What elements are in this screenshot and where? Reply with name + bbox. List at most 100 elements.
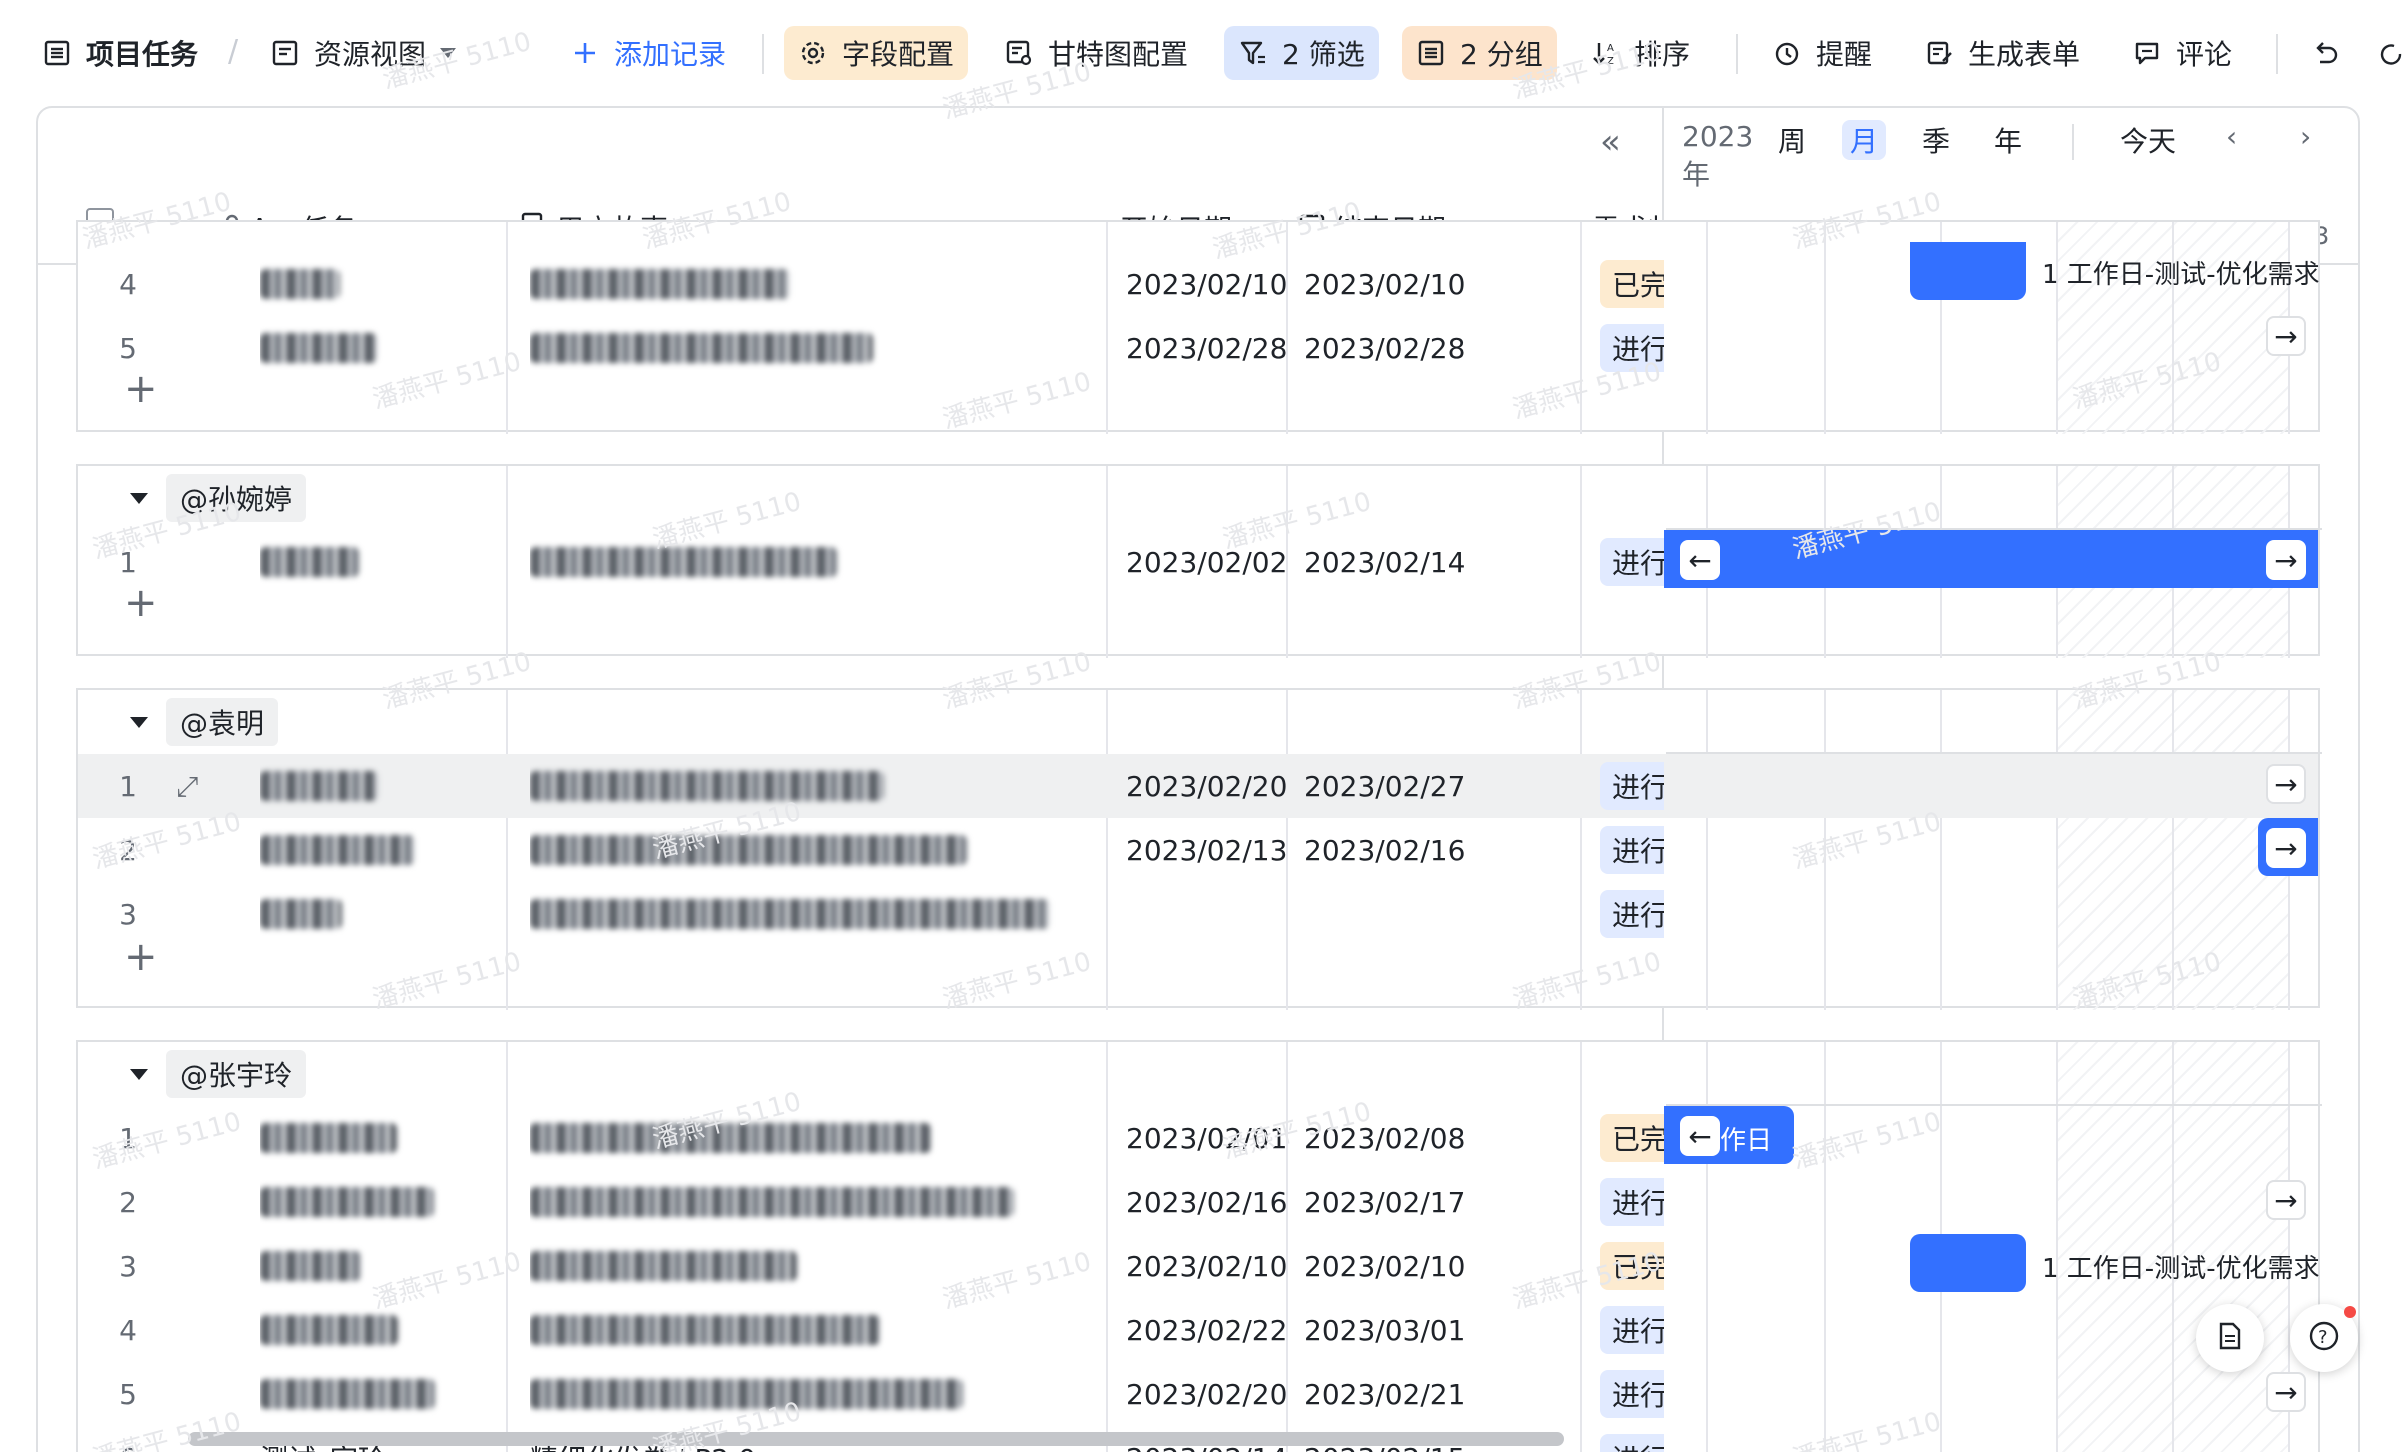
add-row-plus-icon[interactable]: + bbox=[124, 580, 158, 626]
gantt-bar-label-short: 作日 bbox=[1720, 1126, 1773, 1156]
redacted-text bbox=[530, 771, 884, 801]
start-date: 2023/02/16 bbox=[1126, 1185, 1286, 1219]
end-date: 2023/03/01 bbox=[1304, 1313, 1464, 1347]
start-date: 2023/02/02 bbox=[1126, 545, 1286, 579]
svg-text:?: ? bbox=[2318, 1327, 2328, 1348]
task-name-redacted bbox=[260, 1106, 460, 1170]
gantt-config-button[interactable]: 甘特图配置 bbox=[990, 26, 1202, 80]
arrow-right-icon[interactable]: → bbox=[2266, 1372, 2306, 1412]
table-row[interactable]: 5 2023/02/28 2023/02/28 进行 bbox=[78, 316, 2318, 380]
project-tasks-tab[interactable]: 项目任务 bbox=[28, 26, 212, 80]
redacted-text bbox=[260, 1123, 397, 1153]
clock-icon bbox=[1772, 38, 1802, 68]
reminder-label: 提醒 bbox=[1816, 38, 1873, 71]
gantt-bar[interactable] bbox=[1664, 530, 2318, 588]
gantt-year-button[interactable]: 年 bbox=[1994, 120, 2022, 160]
reminder-button[interactable]: 提醒 bbox=[1758, 26, 1886, 80]
status-tag: 进行 bbox=[1600, 538, 1664, 586]
redo-button[interactable] bbox=[2374, 26, 2404, 80]
gantt-today-button[interactable]: 今天 bbox=[2120, 120, 2176, 160]
group-header[interactable]: @孙婉婷 bbox=[130, 474, 307, 522]
arrow-right-icon[interactable]: → bbox=[2266, 540, 2306, 580]
end-date: 2023/02/21 bbox=[1304, 1377, 1464, 1411]
expand-record-icon[interactable]: ⤢ bbox=[176, 770, 198, 804]
add-record-button[interactable]: 添加记录 bbox=[556, 26, 740, 80]
group-button[interactable]: 2 分组 bbox=[1402, 26, 1557, 80]
arrow-right-icon[interactable]: → bbox=[2266, 828, 2306, 868]
redacted-text bbox=[530, 835, 967, 865]
redacted-text bbox=[530, 269, 790, 299]
arrow-right-icon[interactable]: → bbox=[2266, 316, 2306, 356]
help-float-button[interactable]: ? bbox=[2290, 1304, 2358, 1372]
status-cell: 进行 bbox=[1600, 316, 1664, 380]
comment-icon bbox=[2132, 38, 2162, 68]
toolbar-divider bbox=[762, 34, 764, 74]
arrow-right-icon[interactable]: → bbox=[2266, 1180, 2306, 1220]
undo-icon bbox=[2310, 38, 2340, 68]
arrow-left-icon[interactable]: ← bbox=[1680, 540, 1720, 580]
arrow-right-icon[interactable]: → bbox=[2266, 764, 2306, 804]
end-date: 2023/02/16 bbox=[1304, 833, 1464, 867]
undo-button[interactable] bbox=[2296, 26, 2354, 80]
redacted-text bbox=[530, 899, 1050, 929]
redacted-text bbox=[260, 1187, 434, 1217]
table-row[interactable]: 1 2023/02/01 2023/02/08 已完 bbox=[78, 1106, 2318, 1170]
gantt-bar[interactable] bbox=[1910, 1234, 2026, 1292]
field-config-button[interactable]: 字段配置 bbox=[784, 26, 969, 80]
collapse-triangle-icon[interactable] bbox=[130, 716, 148, 728]
end-date: 2023/02/08 bbox=[1304, 1121, 1464, 1155]
table-row[interactable]: 2 2023/02/16 2023/02/17 进行 bbox=[78, 1170, 2318, 1234]
redacted-text bbox=[260, 333, 377, 363]
collapse-triangle-icon[interactable] bbox=[130, 492, 148, 504]
prev-icon[interactable]: ‹ bbox=[2226, 120, 2237, 153]
redacted-text bbox=[530, 333, 873, 363]
doc-float-button[interactable] bbox=[2196, 1304, 2264, 1372]
story-text-redacted bbox=[530, 882, 1090, 946]
resource-view-tab[interactable]: 资源视图 bbox=[256, 26, 470, 80]
horizontal-scrollbar[interactable] bbox=[188, 1432, 1564, 1446]
add-row-plus-icon[interactable]: + bbox=[124, 366, 158, 412]
start-date: 2023/02/20 bbox=[1126, 769, 1286, 803]
collapse-panel-icon[interactable]: « bbox=[1600, 122, 1621, 162]
filter-button[interactable]: 2 筛选 bbox=[1224, 26, 1379, 80]
generate-form-button[interactable]: 生成表单 bbox=[1910, 26, 2094, 80]
gantt-quarter-button[interactable]: 季 bbox=[1922, 120, 1950, 160]
status-tag: 进行 bbox=[1600, 1178, 1664, 1226]
task-name-redacted bbox=[260, 530, 460, 594]
sort-label: 排序 bbox=[1634, 38, 1691, 71]
status-cell: 进行 bbox=[1600, 818, 1664, 882]
sort-button[interactable]: AZ 排序 bbox=[1576, 26, 1704, 80]
gantt-month-button[interactable]: 月 bbox=[1842, 120, 1887, 160]
group-header[interactable]: @袁明 bbox=[130, 698, 279, 746]
arrow-left-icon[interactable]: ← bbox=[1680, 1116, 1720, 1156]
collapse-triangle-icon[interactable] bbox=[130, 1068, 148, 1080]
task-name-redacted bbox=[260, 882, 460, 946]
next-icon[interactable]: › bbox=[2300, 120, 2311, 153]
story-text-redacted bbox=[530, 754, 1090, 818]
table-row[interactable]: 1 ⤢ 2023/02/20 2023/02/27 进行 bbox=[78, 754, 2318, 818]
status-tag: 已完 bbox=[1600, 1242, 1664, 1290]
breadcrumb-slash: / bbox=[228, 34, 239, 69]
table-row[interactable]: 2 2023/02/13 2023/02/16 进行 bbox=[78, 818, 2318, 882]
redacted-text bbox=[530, 1123, 931, 1153]
group-label: 2 分组 bbox=[1460, 38, 1543, 71]
add-row-plus-icon[interactable]: + bbox=[124, 934, 158, 980]
status-tag: 进行 bbox=[1600, 890, 1664, 938]
sort-icon: AZ bbox=[1590, 38, 1620, 68]
group-header[interactable]: @张宇玲 bbox=[130, 1050, 307, 1098]
start-date: 2023/02/20 bbox=[1126, 1377, 1286, 1411]
comment-button[interactable]: 评论 bbox=[2118, 26, 2246, 80]
status-cell: 进行 bbox=[1600, 1362, 1664, 1426]
table-row[interactable]: 5 2023/02/20 2023/02/21 进行 bbox=[78, 1362, 2318, 1426]
table-row[interactable]: 4 2023/02/22 2023/03/01 进行 bbox=[78, 1298, 2318, 1362]
task-name-redacted bbox=[260, 1170, 460, 1234]
table-icon bbox=[42, 38, 72, 68]
row-index: 4 bbox=[119, 1313, 137, 1347]
row-index: 1 bbox=[119, 769, 137, 803]
end-date: 2023/02/10 bbox=[1304, 267, 1464, 301]
table-row[interactable]: 3 进行 bbox=[78, 882, 2318, 946]
gantt-week-button[interactable]: 周 bbox=[1778, 120, 1806, 160]
gantt-bar[interactable] bbox=[1910, 242, 2026, 300]
status-tag: 已完 bbox=[1600, 1114, 1664, 1162]
end-date: 2023/02/27 bbox=[1304, 769, 1464, 803]
